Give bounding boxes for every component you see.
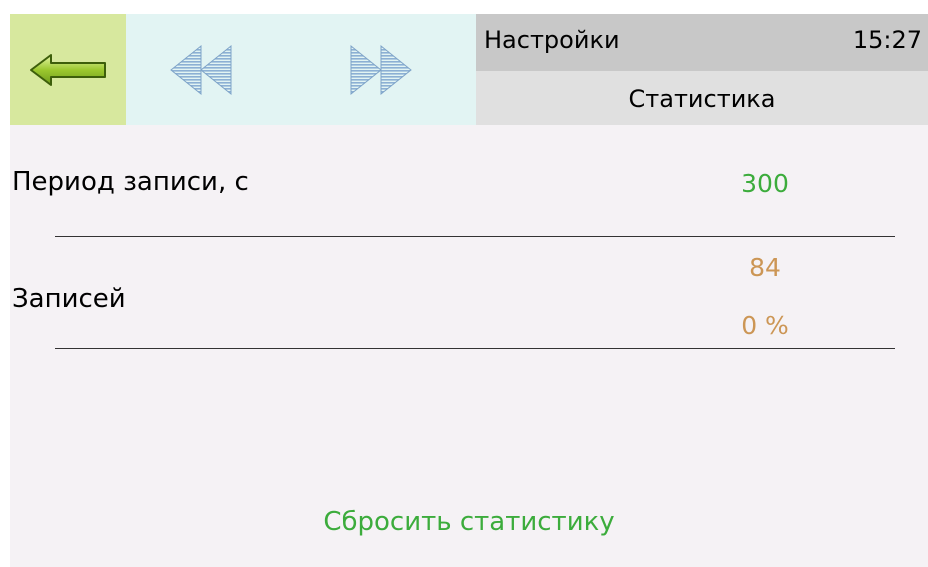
arrow-left-icon	[30, 53, 106, 86]
rewind-icon	[170, 44, 232, 95]
subtitle-bar: Статистика	[476, 71, 928, 125]
previous-page-button[interactable]	[126, 14, 276, 125]
record-period-label: Период записи, с	[12, 167, 249, 197]
records-label: Записей	[12, 284, 126, 314]
back-button[interactable]	[10, 14, 126, 125]
records-count-value: 84	[749, 253, 781, 282]
page-subtitle: Статистика	[628, 85, 776, 113]
next-page-button[interactable]	[306, 14, 456, 125]
page-title: Настройки	[484, 26, 620, 54]
reset-statistics-button[interactable]: Сбросить статистику	[10, 507, 928, 537]
page-navigation	[126, 14, 476, 125]
record-period-value[interactable]: 300	[710, 169, 820, 198]
records-percent-value: 0 %	[741, 311, 789, 340]
clock: 15:27	[852, 26, 922, 54]
fast-forward-icon	[350, 44, 412, 95]
title-bar: Настройки 15:27	[476, 14, 928, 71]
divider	[55, 348, 895, 349]
divider	[55, 236, 895, 237]
settings-screen: Настройки 15:27 Статистика Период записи…	[10, 14, 928, 567]
